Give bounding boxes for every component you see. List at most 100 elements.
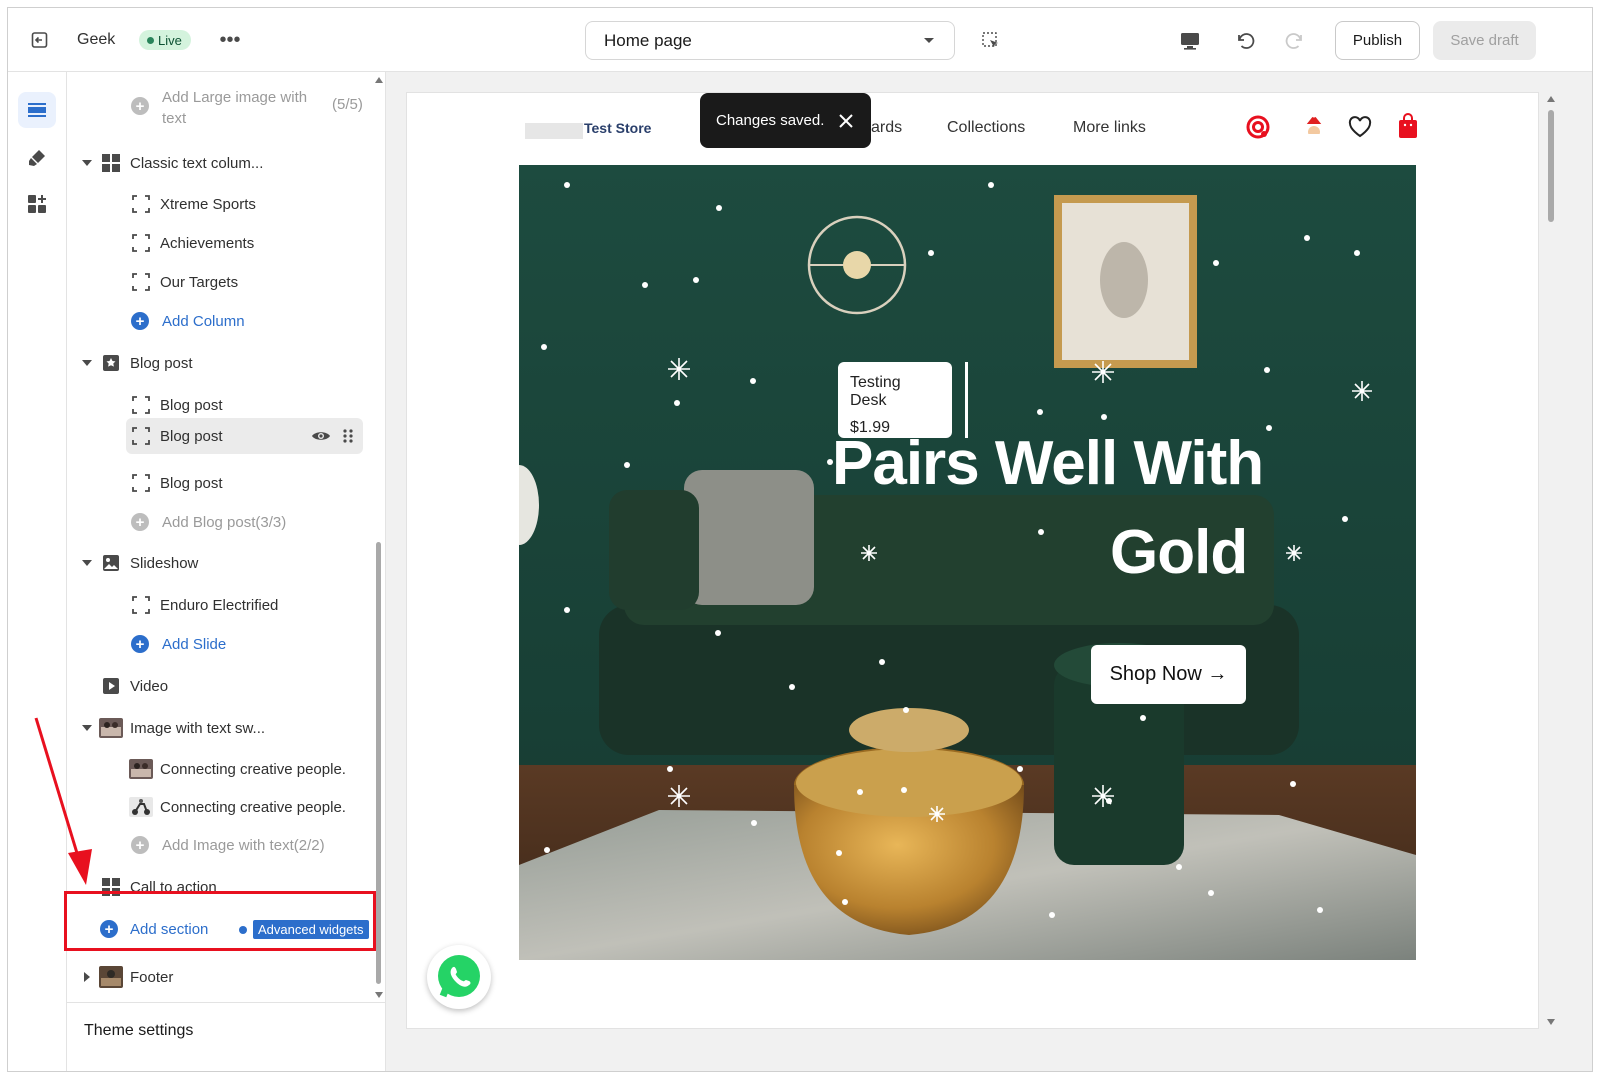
block-label: Our Targets xyxy=(160,273,239,291)
add-block-label: Add Column xyxy=(162,312,245,330)
footer-thumbnail-icon xyxy=(99,966,123,988)
heart-icon[interactable] xyxy=(1348,116,1372,138)
product-hotspot-card[interactable]: Testing Desk $1.99 xyxy=(838,362,952,438)
live-badge-label: Live xyxy=(158,32,182,48)
eye-icon[interactable] xyxy=(311,429,331,443)
block-frame-icon xyxy=(132,273,150,291)
add-blog-post-button[interactable]: + Add Blog post(3/3) xyxy=(67,505,372,539)
nav-link-more[interactable]: More links xyxy=(1073,119,1146,137)
add-block-label: Add Image with text(2/2) xyxy=(162,836,325,854)
add-circle-icon: + xyxy=(131,635,149,653)
store-preview[interactable]: Test Store ards Collections More links T… xyxy=(406,92,1539,1029)
block-achievements[interactable]: Achievements xyxy=(67,226,372,260)
add-circle-icon: + xyxy=(131,312,149,330)
scroll-thumb[interactable] xyxy=(376,542,381,984)
section-image-with-text[interactable]: Image with text sw... xyxy=(67,711,372,745)
more-options-icon[interactable]: ••• xyxy=(216,28,244,52)
undo-icon[interactable] xyxy=(1230,27,1258,55)
shop-now-button[interactable]: Shop Now → xyxy=(1091,645,1246,704)
shop-now-label: Shop Now → xyxy=(1109,663,1228,685)
scroll-down-icon[interactable] xyxy=(375,992,383,998)
drag-handle-icon[interactable] xyxy=(342,428,354,444)
section-slideshow[interactable]: Slideshow xyxy=(67,546,372,580)
bookmark-star-icon xyxy=(103,355,119,371)
theme-settings-label: Theme settings xyxy=(84,1022,194,1039)
block-label: Blog post xyxy=(160,427,223,445)
section-footer[interactable]: Footer xyxy=(67,960,372,994)
store-logo-text[interactable]: Test Store xyxy=(584,120,651,136)
caret-right-icon[interactable] xyxy=(81,971,93,983)
add-block-label: Add Large image with text xyxy=(162,89,308,127)
block-blog-post-2[interactable]: Blog post xyxy=(126,418,363,454)
exit-icon[interactable] xyxy=(26,26,54,54)
preview-scroll-thumb[interactable] xyxy=(1548,110,1554,222)
shopping-bag-icon[interactable] xyxy=(1397,112,1419,140)
theme-settings-tab[interactable] xyxy=(18,140,56,176)
section-blog-post[interactable]: Blog post xyxy=(67,346,372,380)
status-dot-icon xyxy=(147,36,154,44)
theme-editor-window: Geek Live ••• Home page Publish Save dra… xyxy=(7,7,1593,1072)
save-draft-button[interactable]: Save draft xyxy=(1433,21,1536,60)
hero-slideshow[interactable]: Testing Desk $1.99 Pairs Well With Gold … xyxy=(519,165,1416,960)
block-connecting-creative-2[interactable]: Connecting creative people. xyxy=(67,790,372,824)
apps-tab[interactable] xyxy=(18,186,56,222)
caret-down-icon[interactable] xyxy=(81,157,93,169)
caret-down-icon[interactable] xyxy=(81,557,93,569)
live-badge: Live xyxy=(139,30,191,50)
target-icon[interactable] xyxy=(1245,114,1271,140)
toast-message: Changes saved. xyxy=(716,112,825,129)
page-select[interactable]: Home page xyxy=(585,21,955,60)
publish-button[interactable]: Publish xyxy=(1335,21,1420,60)
block-enduro-electrified[interactable]: Enduro Electrified xyxy=(67,588,372,622)
close-icon[interactable] xyxy=(839,114,853,128)
santa-icon[interactable] xyxy=(1301,113,1327,141)
block-xtreme-sports[interactable]: Xtreme Sports xyxy=(67,187,372,221)
scroll-up-icon[interactable] xyxy=(375,77,383,83)
add-slide-button[interactable]: + Add Slide xyxy=(67,627,372,661)
inspector-icon[interactable] xyxy=(978,28,1004,54)
block-label: Enduro Electrified xyxy=(160,596,279,614)
block-frame-icon xyxy=(132,234,150,252)
block-blog-post-1[interactable]: Blog post xyxy=(67,388,372,422)
scooter-thumbnail-icon xyxy=(129,797,153,817)
redo-icon[interactable] xyxy=(1282,27,1310,55)
caret-down-icon[interactable] xyxy=(81,357,93,369)
scroll-up-icon[interactable] xyxy=(1547,96,1555,102)
section-label: Footer xyxy=(130,968,174,986)
block-our-targets[interactable]: Our Targets xyxy=(67,265,372,299)
scroll-down-icon[interactable] xyxy=(1547,1019,1555,1025)
panel-scrollbar[interactable] xyxy=(372,72,386,1002)
whatsapp-button[interactable] xyxy=(427,945,491,1009)
page-select-value: Home page xyxy=(604,30,692,50)
block-blog-post-3[interactable]: Blog post xyxy=(67,466,372,500)
section-label: Blog post xyxy=(130,354,193,372)
grid-icon xyxy=(102,154,120,172)
top-bar: Geek Live ••• Home page Publish Save dra… xyxy=(8,8,1592,72)
block-connecting-creative-1[interactable]: Connecting creative people. xyxy=(67,752,372,786)
annotation-arrow-icon xyxy=(34,717,92,885)
block-label: Blog post xyxy=(160,474,223,492)
block-frame-icon xyxy=(132,195,150,213)
video-play-icon xyxy=(103,678,119,694)
sections-tab[interactable] xyxy=(18,92,56,128)
add-column-button[interactable]: + Add Column xyxy=(67,304,372,338)
block-frame-icon xyxy=(132,396,150,414)
block-label: Connecting creative people. xyxy=(160,760,346,778)
theme-settings-footer[interactable]: Theme settings xyxy=(67,1002,386,1071)
add-block-label: Add Blog post(3/3) xyxy=(162,513,287,531)
apps-icon xyxy=(28,195,46,213)
add-large-image-block[interactable]: + Add Large image with text (5/5) xyxy=(67,84,372,128)
preview-scrollbar[interactable] xyxy=(1545,92,1557,1029)
snowfall-overlay xyxy=(541,182,1372,918)
block-label: Blog post xyxy=(160,396,223,414)
changes-saved-toast: Changes saved. xyxy=(700,93,871,148)
hero-headline-line1: Pairs Well With xyxy=(832,429,1264,498)
nav-link-collections[interactable]: Collections xyxy=(947,119,1025,137)
block-label: Achievements xyxy=(160,234,255,252)
nav-link-cards[interactable]: ards xyxy=(871,119,902,137)
add-circle-icon: + xyxy=(131,513,149,531)
section-video[interactable]: Video xyxy=(67,669,372,703)
add-image-with-text-button[interactable]: + Add Image with text(2/2) xyxy=(67,828,372,862)
section-classic-text-columns[interactable]: Classic text colum... xyxy=(67,146,372,180)
desktop-view-icon[interactable] xyxy=(1176,27,1204,55)
